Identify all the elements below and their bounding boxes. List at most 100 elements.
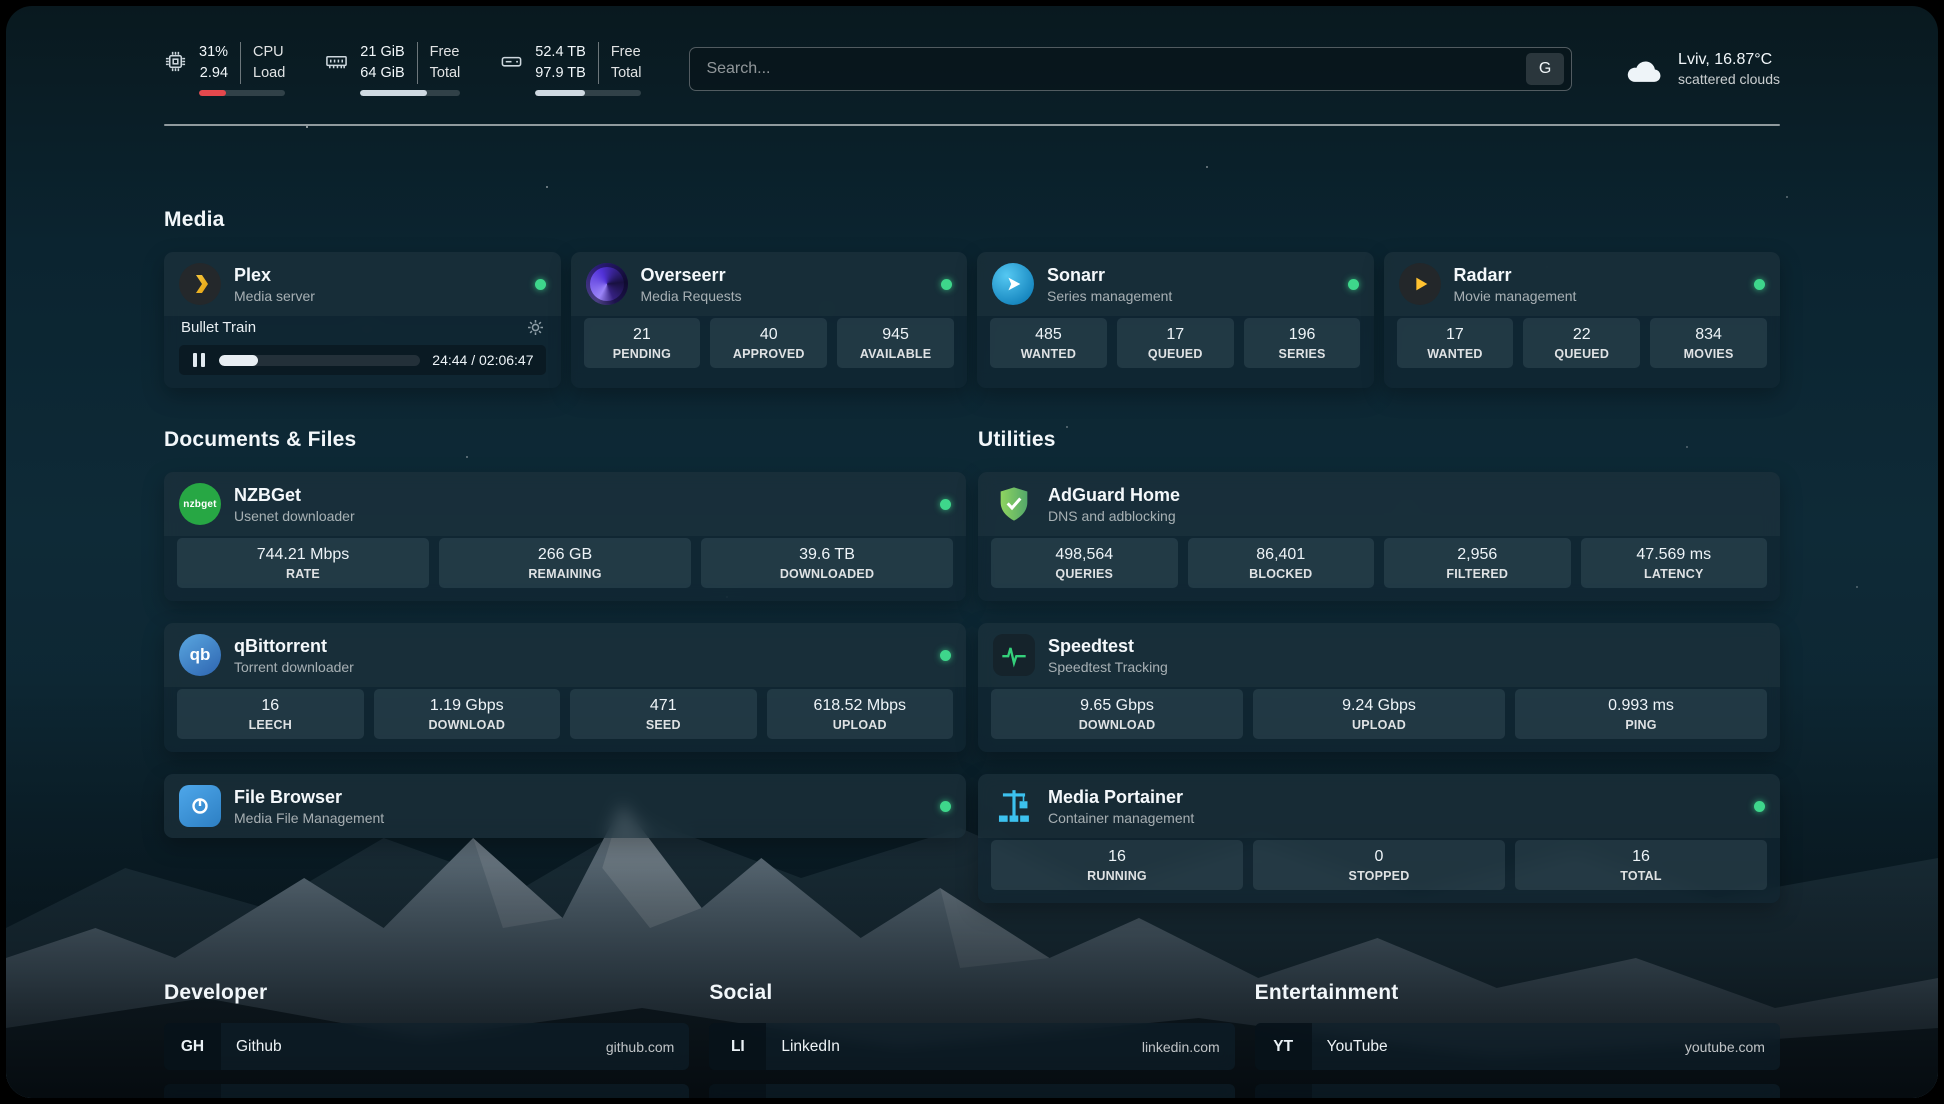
memory-usage-bar: [360, 90, 460, 96]
adguard-shield-icon: [993, 483, 1035, 525]
cpu-chip-icon: [164, 50, 187, 73]
search-input[interactable]: [706, 60, 1526, 78]
ram-free-label: Free: [430, 42, 461, 63]
stat-rate: 744.21 MbpsRATE: [177, 538, 429, 588]
stat-stopped: 0STOPPED: [1253, 840, 1505, 890]
bookmark-abbr: LI: [709, 1023, 766, 1070]
disk-total-label: Total: [611, 63, 642, 84]
qbittorrent-status-dot: [940, 650, 951, 661]
cpu-monitor: 31% 2.94 CPU Load: [164, 42, 285, 96]
service-link-nzbget[interactable]: nzbget NZBGet Usenet downloader: [164, 472, 966, 536]
sonarr-stats: 485WANTED 17QUEUED 196SERIES: [977, 316, 1374, 381]
plex-title: Plex: [234, 265, 315, 286]
portainer-status-dot: [1754, 801, 1765, 812]
speedtest-subtitle: Speedtest Tracking: [1048, 659, 1168, 675]
bookmark-group-entertainment: Entertainment YT YouTube youtube.com NF …: [1255, 981, 1780, 1098]
stat-series: 196SERIES: [1244, 318, 1361, 368]
search-provider-button[interactable]: G: [1526, 53, 1564, 85]
now-playing-title: Bullet Train: [181, 319, 256, 336]
service-card-speedtest: Speedtest Speedtest Tracking 9.65 GbpsDO…: [978, 623, 1780, 752]
bookmark-group-social: Social LI LinkedIn linkedin.com TW Twitt…: [709, 981, 1234, 1098]
nzbget-status-dot: [940, 499, 951, 510]
stat-filtered: 2,956FILTERED: [1384, 538, 1571, 588]
cpu-load-value: 2.94: [200, 63, 228, 84]
section-title-documents: Documents & Files: [164, 428, 966, 452]
playback-time: 24:44 / 02:06:47: [432, 352, 533, 368]
nzbget-icon: nzbget: [179, 483, 221, 525]
playback-progress-bar[interactable]: [219, 355, 420, 366]
filebrowser-icon: [179, 785, 221, 827]
service-card-plex: Plex Media server Bullet Train: [164, 252, 561, 388]
stat-download: 9.65 GbpsDOWNLOAD: [991, 689, 1243, 739]
stat-blocked: 86,401BLOCKED: [1188, 538, 1375, 588]
service-link-qbittorrent[interactable]: qb qBittorrent Torrent downloader: [164, 623, 966, 687]
service-link-speedtest[interactable]: Speedtest Speedtest Tracking: [978, 623, 1780, 687]
stat-leech: 16LEECH: [177, 689, 364, 739]
dashboard-screen: 31% 2.94 CPU Load: [6, 6, 1938, 1098]
disk-total-value: 97.9 TB: [535, 63, 586, 84]
sonarr-subtitle: Series management: [1047, 288, 1172, 304]
filebrowser-subtitle: Media File Management: [234, 810, 384, 826]
portainer-stats: 16RUNNING 0STOPPED 16TOTAL: [978, 838, 1780, 903]
stat-movies: 834MOVIES: [1650, 318, 1767, 368]
service-link-plex[interactable]: Plex Media server: [164, 252, 561, 316]
radarr-title: Radarr: [1454, 265, 1577, 286]
stat-wanted: 485WANTED: [990, 318, 1107, 368]
service-link-radarr[interactable]: Radarr Movie management: [1384, 252, 1781, 316]
stat-latency: 47.569 msLATENCY: [1581, 538, 1768, 588]
qbittorrent-title: qBittorrent: [234, 636, 354, 657]
service-card-portainer: Media Portainer Container management 16R…: [978, 774, 1780, 903]
section-title-media: Media: [164, 208, 1780, 232]
overseerr-subtitle: Media Requests: [641, 288, 742, 304]
filebrowser-title: File Browser: [234, 787, 384, 808]
stat-download: 1.19 GbpsDOWNLOAD: [374, 689, 561, 739]
bookmark-abbr: GH: [164, 1023, 221, 1070]
stat-upload: 618.52 MbpsUPLOAD: [767, 689, 954, 739]
nzbget-subtitle: Usenet downloader: [234, 508, 355, 524]
bookmark-abbr: TW: [709, 1084, 766, 1098]
adguard-subtitle: DNS and adblocking: [1048, 508, 1180, 524]
stat-seed: 471SEED: [570, 689, 757, 739]
stat-approved: 40APPROVED: [710, 318, 827, 368]
service-card-nzbget: nzbget NZBGet Usenet downloader 744.21 M…: [164, 472, 966, 601]
service-card-qbittorrent: qb qBittorrent Torrent downloader 16LEEC…: [164, 623, 966, 752]
bookmark-abbr: SO: [164, 1084, 221, 1098]
service-card-sonarr: Sonarr Series management 485WANTED 17QUE…: [977, 252, 1374, 388]
plex-icon: [179, 263, 221, 305]
bookmark-twitter[interactable]: TW Twitter twitter.com: [709, 1084, 1234, 1098]
section-title-developer: Developer: [164, 981, 689, 1005]
overseerr-title: Overseerr: [641, 265, 742, 286]
disk-usage-bar: [535, 90, 641, 96]
service-link-overseerr[interactable]: Overseerr Media Requests: [571, 252, 968, 316]
cpu-usage-bar: [199, 90, 285, 96]
adguard-stats: 498,564QUERIES 86,401BLOCKED 2,956FILTER…: [978, 536, 1780, 601]
overseerr-icon: [586, 263, 628, 305]
bookmark-stackoverflow[interactable]: SO StackOverflow stackoverflow.com: [164, 1084, 689, 1098]
bookmark-abbr: YT: [1255, 1023, 1312, 1070]
weather-condition: scattered clouds: [1678, 71, 1780, 87]
radarr-status-dot: [1754, 279, 1765, 290]
radarr-subtitle: Movie management: [1454, 288, 1577, 304]
media-cards-row: Plex Media server Bullet Train: [164, 252, 1780, 388]
bookmark-youtube[interactable]: YT YouTube youtube.com: [1255, 1023, 1780, 1070]
stat-available: 945AVAILABLE: [837, 318, 954, 368]
weather-location-temp: Lviv, 16.87°C: [1678, 51, 1780, 69]
memory-icon: [325, 50, 348, 73]
service-link-filebrowser[interactable]: File Browser Media File Management: [164, 774, 966, 838]
gear-icon[interactable]: [527, 319, 544, 336]
portainer-subtitle: Container management: [1048, 810, 1194, 826]
bookmark-linkedin[interactable]: LI LinkedIn linkedin.com: [709, 1023, 1234, 1070]
service-link-adguard[interactable]: AdGuard Home DNS and adblocking: [978, 472, 1780, 536]
bookmark-github[interactable]: GH Github github.com: [164, 1023, 689, 1070]
service-link-portainer[interactable]: Media Portainer Container management: [978, 774, 1780, 838]
pause-icon[interactable]: [191, 351, 207, 369]
bookmark-netflix[interactable]: NF Netflix netflix.com: [1255, 1084, 1780, 1098]
service-link-sonarr[interactable]: Sonarr Series management: [977, 252, 1374, 316]
bookmark-abbr: NF: [1255, 1084, 1312, 1098]
stat-wanted: 17WANTED: [1397, 318, 1514, 368]
filebrowser-status-dot: [940, 801, 951, 812]
speedtest-waveform-icon: [993, 634, 1035, 676]
stat-upload: 9.24 GbpsUPLOAD: [1253, 689, 1505, 739]
weather-widget: Lviv, 16.87°C scattered clouds: [1624, 51, 1780, 87]
stat-queries: 498,564QUERIES: [991, 538, 1178, 588]
